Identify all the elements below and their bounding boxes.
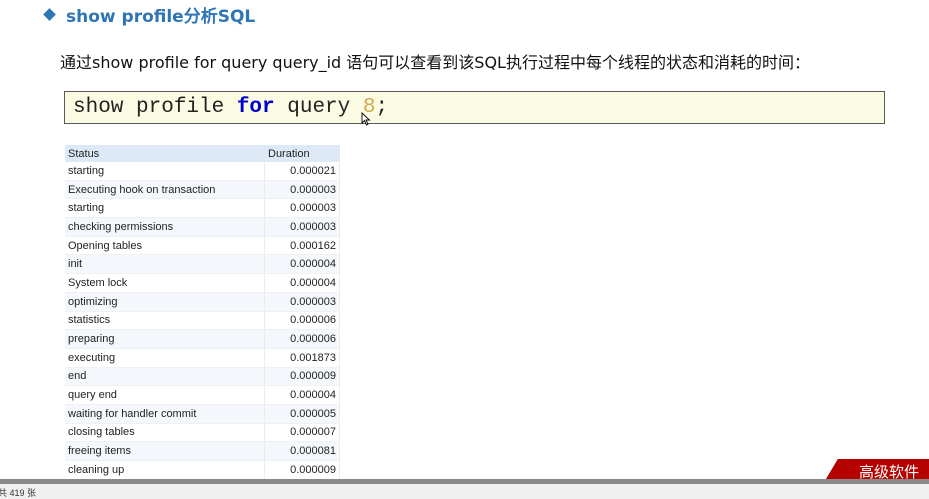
status-cell: checking permissions — [65, 217, 265, 237]
status-cell: query end — [65, 385, 265, 405]
heading-title: show profile分析SQL — [66, 6, 256, 27]
table-row: query end 0.000004 — [65, 385, 340, 405]
status-cell: starting — [65, 198, 265, 219]
duration-cell: 0.001873 — [264, 348, 340, 368]
table-row: Opening tables 0.000162 — [65, 236, 340, 256]
duration-cell: 0.000004 — [264, 385, 340, 405]
table-row: optimizing 0.000003 — [65, 292, 340, 312]
duration-cell: 0.000003 — [264, 292, 340, 312]
status-cell: init — [65, 254, 265, 275]
status-cell: executing — [65, 348, 265, 368]
description-text: 通过show profile for query query_id 语句可以查看… — [60, 53, 810, 72]
table-row: starting 0.000003 — [65, 198, 340, 219]
table-row: preparing 0.000006 — [65, 329, 340, 349]
duration-cell: 0.000021 — [264, 162, 340, 181]
duration-cell: 0.000005 — [264, 404, 340, 424]
slide-heading: show profile分析SQL — [42, 2, 256, 27]
mouse-pointer-icon — [361, 112, 371, 126]
status-cell: waiting for handler commit — [65, 404, 265, 424]
status-cell: optimizing — [65, 292, 265, 312]
code-text-2: query — [274, 96, 363, 119]
table-row: checking permissions 0.000003 — [65, 217, 340, 237]
duration-cell: 0.000081 — [264, 441, 340, 461]
duration-cell: 0.000009 — [264, 367, 340, 387]
table-row: waiting for handler commit 0.000005 — [65, 404, 340, 424]
column-header-duration: Duration — [264, 145, 340, 162]
duration-cell: 0.000009 — [264, 460, 340, 480]
status-cell: Executing hook on transaction — [65, 180, 265, 200]
code-text: show profile — [73, 96, 237, 119]
duration-cell: 0.000007 — [264, 423, 340, 443]
code-terminator: ; — [375, 96, 389, 119]
duration-cell: 0.000162 — [264, 236, 340, 256]
duration-cell: 0.000003 — [264, 198, 340, 219]
status-cell: System lock — [65, 273, 265, 293]
status-cell: preparing — [65, 329, 265, 349]
table-row: System lock 0.000004 — [65, 273, 340, 293]
table-row: closing tables 0.000007 — [65, 423, 340, 443]
status-cell: end — [65, 367, 265, 387]
duration-cell: 0.000006 — [264, 311, 340, 331]
table-row: Executing hook on transaction 0.000003 — [65, 180, 340, 200]
status-cell: statistics — [65, 311, 265, 331]
slide-count: 共 419 张 — [0, 488, 37, 498]
table-header-row: Status Duration — [65, 145, 340, 162]
duration-cell: 0.000003 — [264, 180, 340, 200]
duration-cell: 0.000004 — [264, 273, 340, 293]
status-cell: Opening tables — [65, 236, 265, 256]
sql-code-box: show profile for query 8; — [64, 91, 885, 126]
status-cell: closing tables — [65, 423, 265, 443]
table-row: end 0.000009 — [65, 367, 340, 387]
status-bar: 共 419 张 — [0, 484, 929, 499]
status-cell: cleaning up — [65, 460, 265, 480]
table-row: executing 0.001873 — [65, 348, 340, 368]
duration-cell: 0.000003 — [264, 217, 340, 237]
column-header-status: Status — [65, 145, 265, 162]
duration-cell: 0.000004 — [264, 254, 340, 275]
diamond-bullet-icon — [43, 7, 56, 21]
table-row: init 0.000004 — [65, 254, 340, 275]
profile-table: Status Duration starting 0.000021 Executin… — [65, 145, 340, 480]
duration-cell: 0.000006 — [264, 329, 340, 349]
table-row: cleaning up 0.000009 — [65, 460, 340, 480]
table-row: starting 0.000021 — [65, 162, 340, 181]
code-keyword: for — [236, 96, 275, 119]
status-cell: freeing items — [65, 441, 265, 461]
table-row: statistics 0.000006 — [65, 311, 340, 331]
status-cell: starting — [65, 162, 265, 181]
table-row: freeing items 0.000081 — [65, 441, 340, 461]
